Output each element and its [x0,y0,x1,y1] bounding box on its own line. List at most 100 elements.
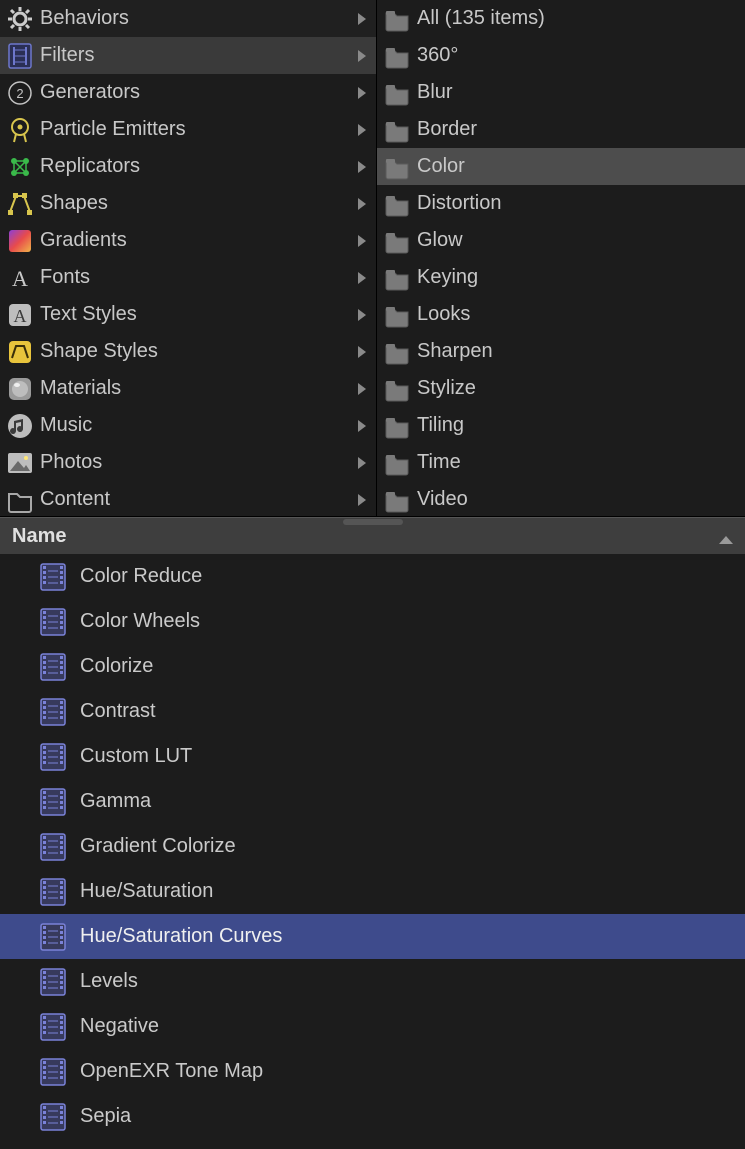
category-text-styles[interactable]: Text Styles [0,296,376,333]
item-custom-lut[interactable]: Custom LUT [0,734,745,779]
category-behaviors[interactable]: Behaviors [0,0,376,37]
item-hue-saturation[interactable]: Hue/Saturation [0,869,745,914]
emitter-icon [6,116,34,144]
generator-icon [6,79,34,107]
item-color-wheels[interactable]: Color Wheels [0,599,745,644]
chevron-right-icon [358,235,366,247]
category-label: Shape Styles [40,340,358,363]
category-label: Replicators [40,155,358,178]
category-fonts[interactable]: Fonts [0,259,376,296]
font-icon [6,264,34,292]
item-list: Color Reduce Color WheelsColorizeContrast… [0,554,745,1139]
folder-all-135-items-[interactable]: All (135 items) [377,0,745,37]
item-label: Negative [80,1015,159,1038]
folder-sharpen[interactable]: Sharpen [377,333,745,370]
filmstrip-icon [38,1057,68,1087]
item-colorize[interactable]: Colorize [0,644,745,689]
item-gradient-colorize[interactable]: Gradient Colorize [0,824,745,869]
category-gradients[interactable]: Gradients [0,222,376,259]
folder-glow[interactable]: Glow [377,222,745,259]
item-levels[interactable]: Levels [0,959,745,1004]
folder-list: All (135 items)360°Blur Border Color Distor… [377,0,745,516]
folder-icon [383,153,411,181]
folder-label: Video [417,488,735,511]
folder-icon [383,338,411,366]
folder-icon [383,5,411,33]
folder-looks[interactable]: Looks [377,296,745,333]
category-label: Behaviors [40,7,358,30]
category-photos[interactable]: Photos [0,444,376,481]
category-label: Text Styles [40,303,358,326]
item-sepia[interactable]: Sepia [0,1094,745,1139]
category-shape-styles[interactable]: Shape Styles [0,333,376,370]
category-particle-emitters[interactable]: Particle Emitters [0,111,376,148]
folder-icon [383,116,411,144]
chevron-right-icon [358,272,366,284]
folder-blur[interactable]: Blur [377,74,745,111]
chevron-right-icon [358,383,366,395]
folder-icon [6,486,34,514]
category-label: Fonts [40,266,358,289]
category-generators[interactable]: Generators [0,74,376,111]
category-shapes[interactable]: Shapes [0,185,376,222]
pane-resize-handle[interactable] [343,519,403,525]
folder-label: Looks [417,303,735,326]
replicator-icon [6,153,34,181]
category-music[interactable]: Music [0,407,376,444]
sort-chevron-icon [719,536,733,544]
item-label: Color Reduce [80,565,202,588]
item-contrast[interactable]: Contrast [0,689,745,734]
folder-border[interactable]: Border [377,111,745,148]
name-header-label: Name [12,525,66,548]
category-filters[interactable]: Filters [0,37,376,74]
folder-time[interactable]: Time [377,444,745,481]
filmstrip-icon [38,1012,68,1042]
item-hue-saturation-curves[interactable]: Hue/Saturation Curves [0,914,745,959]
category-list: Behaviors FiltersGeneratorsParticle Emitt… [0,0,377,516]
filmstrip-icon [38,922,68,952]
folder-icon [383,301,411,329]
item-label: Hue/Saturation Curves [80,925,282,948]
folder-icon [383,449,411,477]
folder-icon [383,227,411,255]
folder-color[interactable]: Color [377,148,745,185]
category-label: Content [40,488,358,511]
item-label: Hue/Saturation [80,880,213,903]
folder-keying[interactable]: Keying [377,259,745,296]
category-materials[interactable]: Materials [0,370,376,407]
filmstrip-icon [38,787,68,817]
item-label: Levels [80,970,138,993]
folder-stylize[interactable]: Stylize [377,370,745,407]
chevron-right-icon [358,124,366,136]
chevron-right-icon [358,309,366,321]
filmstrip-icon [38,967,68,997]
chevron-right-icon [358,50,366,62]
item-color-reduce[interactable]: Color Reduce [0,554,745,599]
category-replicators[interactable]: Replicators [0,148,376,185]
item-negative[interactable]: Negative [0,1004,745,1049]
filmstrip-icon [38,1102,68,1132]
category-content[interactable]: Content [0,481,376,516]
shapestyle-icon [6,338,34,366]
folder-360-[interactable]: 360° [377,37,745,74]
folder-distortion[interactable]: Distortion [377,185,745,222]
item-gamma[interactable]: Gamma [0,779,745,824]
folder-label: Border [417,118,735,141]
filmstrip-icon [38,697,68,727]
gradient-icon [6,227,34,255]
chevron-right-icon [358,198,366,210]
item-openexr-tone-map[interactable]: OpenEXR Tone Map [0,1049,745,1094]
folder-video[interactable]: Video [377,481,745,516]
folder-tiling[interactable]: Tiling [377,407,745,444]
folder-label: Distortion [417,192,735,215]
folder-label: Sharpen [417,340,735,363]
item-label: Gradient Colorize [80,835,236,858]
folder-label: Tiling [417,414,735,437]
textstyle-icon [6,301,34,329]
filmstrip-icon [38,742,68,772]
music-icon [6,412,34,440]
folder-label: Keying [417,266,735,289]
folder-icon [383,190,411,218]
chevron-right-icon [358,13,366,25]
item-label: OpenEXR Tone Map [80,1060,263,1083]
